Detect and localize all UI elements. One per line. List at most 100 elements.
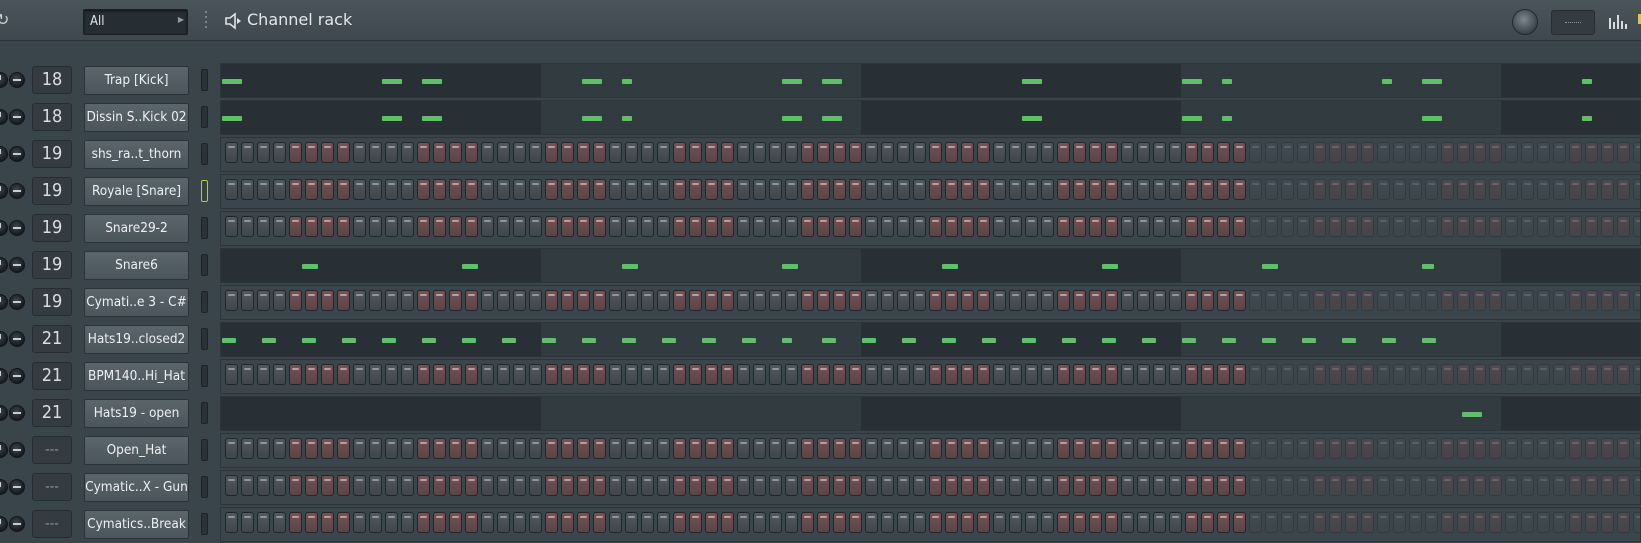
pan-knob[interactable] [0,479,8,495]
step-button[interactable] [465,512,478,533]
step-button[interactable] [705,364,718,385]
step-button[interactable] [337,438,350,459]
step-button[interactable] [1537,179,1550,200]
step-button[interactable] [1457,216,1470,237]
step-button[interactable] [593,142,606,163]
step-button[interactable] [225,475,238,496]
step-button[interactable] [1489,179,1502,200]
step-button[interactable] [561,438,574,459]
pan-knob[interactable] [0,220,8,236]
channel-name-button[interactable]: Snare29-2 [84,214,189,243]
step-button[interactable] [561,364,574,385]
step-button[interactable] [1569,475,1582,496]
step-button[interactable] [529,438,542,459]
step-button[interactable] [1089,364,1102,385]
step-button[interactable] [945,438,958,459]
step-button[interactable] [1377,475,1390,496]
step-button[interactable] [865,142,878,163]
step-button[interactable] [385,512,398,533]
step-button[interactable] [817,216,830,237]
step-button[interactable] [1409,364,1422,385]
step-button[interactable] [225,216,238,237]
step-button[interactable] [977,142,990,163]
step-button[interactable] [433,512,446,533]
step-button[interactable] [305,512,318,533]
step-button[interactable] [1121,142,1134,163]
step-button[interactable] [1633,438,1640,459]
step-button[interactable] [513,438,526,459]
step-button[interactable] [609,142,622,163]
step-button[interactable] [1489,142,1502,163]
step-button[interactable] [865,179,878,200]
channel-select-indicator[interactable] [201,439,208,461]
step-button[interactable] [353,364,366,385]
step-button[interactable] [561,475,574,496]
step-button[interactable] [1105,216,1118,237]
step-button[interactable] [1361,364,1374,385]
step-button[interactable] [289,364,302,385]
step-button[interactable] [1425,216,1438,237]
step-button[interactable] [1009,179,1022,200]
step-button[interactable] [449,179,462,200]
step-button[interactable] [1505,290,1518,311]
step-button[interactable] [1233,142,1246,163]
step-button[interactable] [417,142,430,163]
step-button[interactable] [1585,216,1598,237]
step-button[interactable] [641,438,654,459]
step-button[interactable] [1329,512,1342,533]
step-button[interactable] [353,290,366,311]
step-button[interactable] [1601,512,1614,533]
step-button[interactable] [449,438,462,459]
step-button[interactable] [1233,290,1246,311]
step-button[interactable] [1361,179,1374,200]
step-button[interactable] [273,216,286,237]
step-button[interactable] [1409,142,1422,163]
step-button[interactable] [673,475,686,496]
step-button[interactable] [1041,438,1054,459]
step-button[interactable] [337,290,350,311]
step-button[interactable] [497,216,510,237]
step-button[interactable] [897,142,910,163]
channel-select-indicator[interactable] [201,254,208,276]
step-button[interactable] [1361,216,1374,237]
step-button[interactable] [1409,475,1422,496]
step-button[interactable] [257,475,270,496]
step-button[interactable] [385,179,398,200]
step-button[interactable] [273,179,286,200]
step-button[interactable] [529,142,542,163]
step-button[interactable] [1201,438,1214,459]
step-button[interactable] [1537,512,1550,533]
step-button[interactable] [897,364,910,385]
step-button[interactable] [865,364,878,385]
step-button[interactable] [465,438,478,459]
step-button[interactable] [1553,475,1566,496]
step-button[interactable] [1281,179,1294,200]
step-button[interactable] [1121,290,1134,311]
step-button[interactable] [1185,290,1198,311]
step-button[interactable] [961,216,974,237]
step-button[interactable] [737,364,750,385]
step-button[interactable] [305,179,318,200]
step-button[interactable] [1489,290,1502,311]
step-button[interactable] [1345,290,1358,311]
step-button[interactable] [577,475,590,496]
step-button[interactable] [865,475,878,496]
step-button[interactable] [1201,364,1214,385]
step-button[interactable] [1457,364,1470,385]
step-button[interactable] [1553,179,1566,200]
step-button[interactable] [1457,142,1470,163]
step-button[interactable] [385,290,398,311]
pan-knob[interactable] [0,368,8,384]
step-button[interactable] [513,364,526,385]
step-button[interactable] [1089,179,1102,200]
step-button[interactable] [625,290,638,311]
step-button[interactable] [1425,179,1438,200]
step-button[interactable] [593,512,606,533]
step-button[interactable] [833,290,846,311]
step-button[interactable] [705,438,718,459]
step-button[interactable] [1633,142,1640,163]
step-button[interactable] [593,179,606,200]
step-button[interactable] [481,216,494,237]
step-button[interactable] [721,512,734,533]
pan-knob[interactable] [0,146,8,162]
